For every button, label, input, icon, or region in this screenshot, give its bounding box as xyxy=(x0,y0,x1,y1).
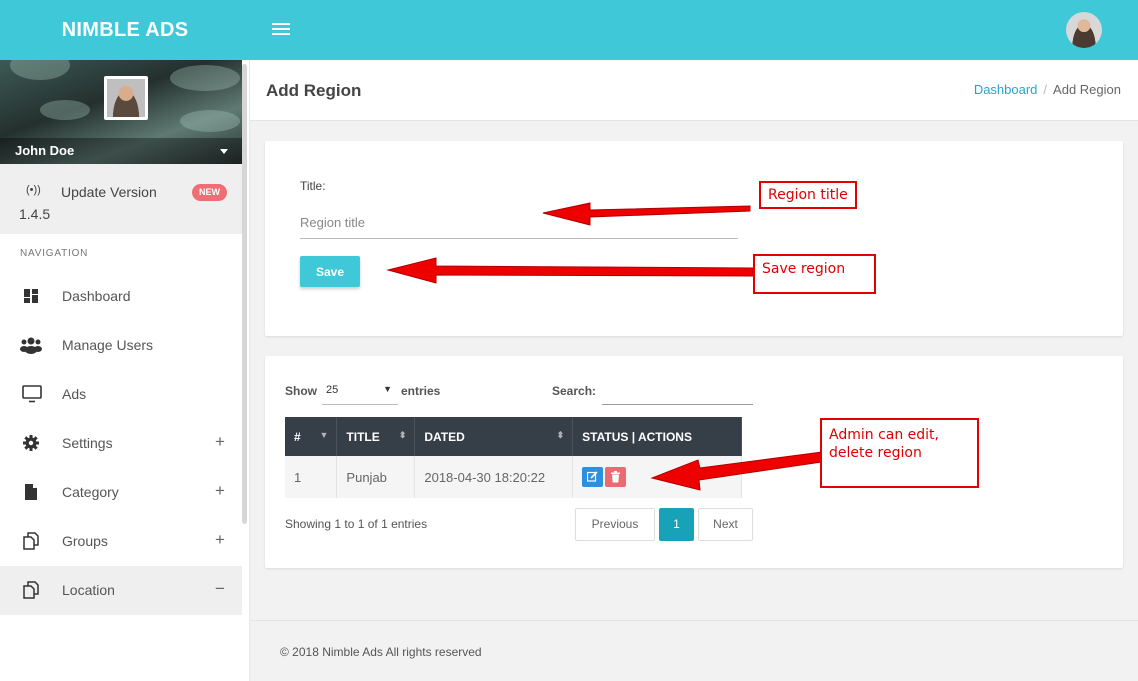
sidebar-item-label: Groups xyxy=(62,533,108,549)
dashboard-icon xyxy=(24,289,38,303)
sidebar-scrollbar[interactable] xyxy=(242,64,247,524)
brand-logo[interactable]: NIMBLE ADS xyxy=(0,0,250,60)
nav-header: NAVIGATION xyxy=(20,248,89,259)
next-page-button[interactable]: Next xyxy=(698,508,753,541)
regions-table-card: Show 25 ▼ entries Search: # ▼ TITLE ⬍ DATE… xyxy=(265,356,1123,568)
search-label: Search: xyxy=(552,384,597,398)
table-row: 1 Punjab 2018-04-30 18:20:22 xyxy=(285,456,742,498)
monitor-icon xyxy=(22,385,42,403)
update-label: Update Version xyxy=(61,184,157,200)
row-actions xyxy=(572,456,742,498)
callout-admin-edit-line2: delete region xyxy=(829,445,922,461)
sidebar-profile: John Doe xyxy=(0,60,242,164)
copy-icon xyxy=(23,532,39,550)
row-number: 1 xyxy=(285,456,338,498)
profile-menu[interactable]: John Doe xyxy=(0,138,242,164)
sidebar-item-category[interactable]: Category + xyxy=(0,468,242,517)
column-header-title[interactable]: TITLE ⬍ xyxy=(336,417,416,456)
sidebar-item-label: Settings xyxy=(62,435,113,451)
expand-icon: + xyxy=(215,432,225,451)
search-input[interactable] xyxy=(602,379,753,405)
table-info: Showing 1 to 1 of 1 entries xyxy=(285,517,428,531)
update-version-item[interactable]: (•)) Update Version NEW 1.4.5 xyxy=(0,164,242,234)
column-header-dated[interactable]: DATED ⬍ xyxy=(414,417,574,456)
previous-page-button[interactable]: Previous xyxy=(575,508,655,541)
breadcrumb-current: Add Region xyxy=(1053,82,1121,97)
show-label: Show xyxy=(285,384,317,398)
page-header: Add Region Dashboard / Add Region xyxy=(250,60,1138,121)
breadcrumb-dashboard-link[interactable]: Dashboard xyxy=(974,82,1038,97)
trash-icon xyxy=(611,471,621,483)
sidebar-item-dashboard[interactable]: Dashboard xyxy=(0,272,242,321)
users-icon xyxy=(20,337,42,354)
collapse-icon: − xyxy=(215,579,225,598)
regions-table: # ▼ TITLE ⬍ DATED ⬍ STATUS | ACTIONS 1 Punj… xyxy=(285,417,742,498)
profile-name: John Doe xyxy=(15,143,75,158)
sort-icon: ⬍ xyxy=(556,430,565,440)
sidebar-item-ads[interactable]: Ads xyxy=(0,370,242,419)
sidebar-item-label: Category xyxy=(62,484,119,500)
entries-label: entries xyxy=(401,384,441,398)
row-dated: 2018-04-30 18:20:22 xyxy=(414,456,574,498)
copy-icon xyxy=(23,581,39,599)
user-avatar[interactable] xyxy=(1066,12,1102,48)
sidebar-item-label: Location xyxy=(62,582,115,598)
sidebar-item-groups[interactable]: Groups + xyxy=(0,517,242,566)
gear-icon xyxy=(23,435,39,451)
sidebar-item-label: Ads xyxy=(62,386,87,402)
caret-down-icon xyxy=(220,149,228,154)
sort-desc-icon: ▼ xyxy=(319,430,329,440)
entries-length-value: 25 xyxy=(326,384,339,396)
new-badge: NEW xyxy=(192,184,227,201)
callout-admin-edit: Admin can edit, delete region xyxy=(820,418,979,488)
callout-save-region: Save region xyxy=(753,254,876,294)
column-header-number[interactable]: # ▼ xyxy=(285,417,338,456)
delete-button[interactable] xyxy=(605,467,627,487)
entries-length-select[interactable]: 25 ▼ xyxy=(322,380,398,405)
page-1-button[interactable]: 1 xyxy=(659,508,694,541)
region-title-input[interactable] xyxy=(300,207,738,239)
edit-icon xyxy=(587,471,598,482)
top-navbar: NIMBLE ADS xyxy=(0,0,1138,60)
sort-icon: ⬍ xyxy=(398,430,407,440)
sidebar: John Doe (•)) Update Version NEW 1.4.5 N… xyxy=(0,60,250,681)
file-icon xyxy=(25,484,37,500)
expand-icon: + xyxy=(215,530,225,549)
sidebar-item-location[interactable]: Location − xyxy=(0,566,242,615)
add-region-form-card: Title: Save xyxy=(265,141,1123,336)
expand-icon: + xyxy=(215,481,225,500)
title-label: Title: xyxy=(300,179,326,193)
footer-copyright: © 2018 Nimble Ads All rights reserved xyxy=(280,645,482,659)
sidebar-item-label: Manage Users xyxy=(62,337,154,353)
page-title: Add Region xyxy=(266,81,362,100)
menu-toggle-icon[interactable] xyxy=(272,23,290,37)
breadcrumb: Dashboard / Add Region xyxy=(973,82,1121,97)
edit-button[interactable] xyxy=(582,467,604,487)
broadcast-icon: (•)) xyxy=(26,184,41,196)
callout-region-title: Region title xyxy=(759,181,857,209)
row-title: Punjab xyxy=(336,456,416,498)
profile-avatar xyxy=(104,76,148,120)
sidebar-item-settings[interactable]: Settings + xyxy=(0,419,242,468)
sidebar-item-manage-users[interactable]: Manage Users xyxy=(0,321,242,370)
callout-admin-edit-line1: Admin can edit, xyxy=(829,427,939,443)
save-button[interactable]: Save xyxy=(300,256,360,287)
update-version-number: 1.4.5 xyxy=(19,206,51,222)
caret-down-icon: ▼ xyxy=(383,384,392,394)
sidebar-item-label: Dashboard xyxy=(62,288,131,304)
footer: © 2018 Nimble Ads All rights reserved xyxy=(250,620,1138,681)
column-header-status-actions: STATUS | ACTIONS xyxy=(572,417,742,456)
